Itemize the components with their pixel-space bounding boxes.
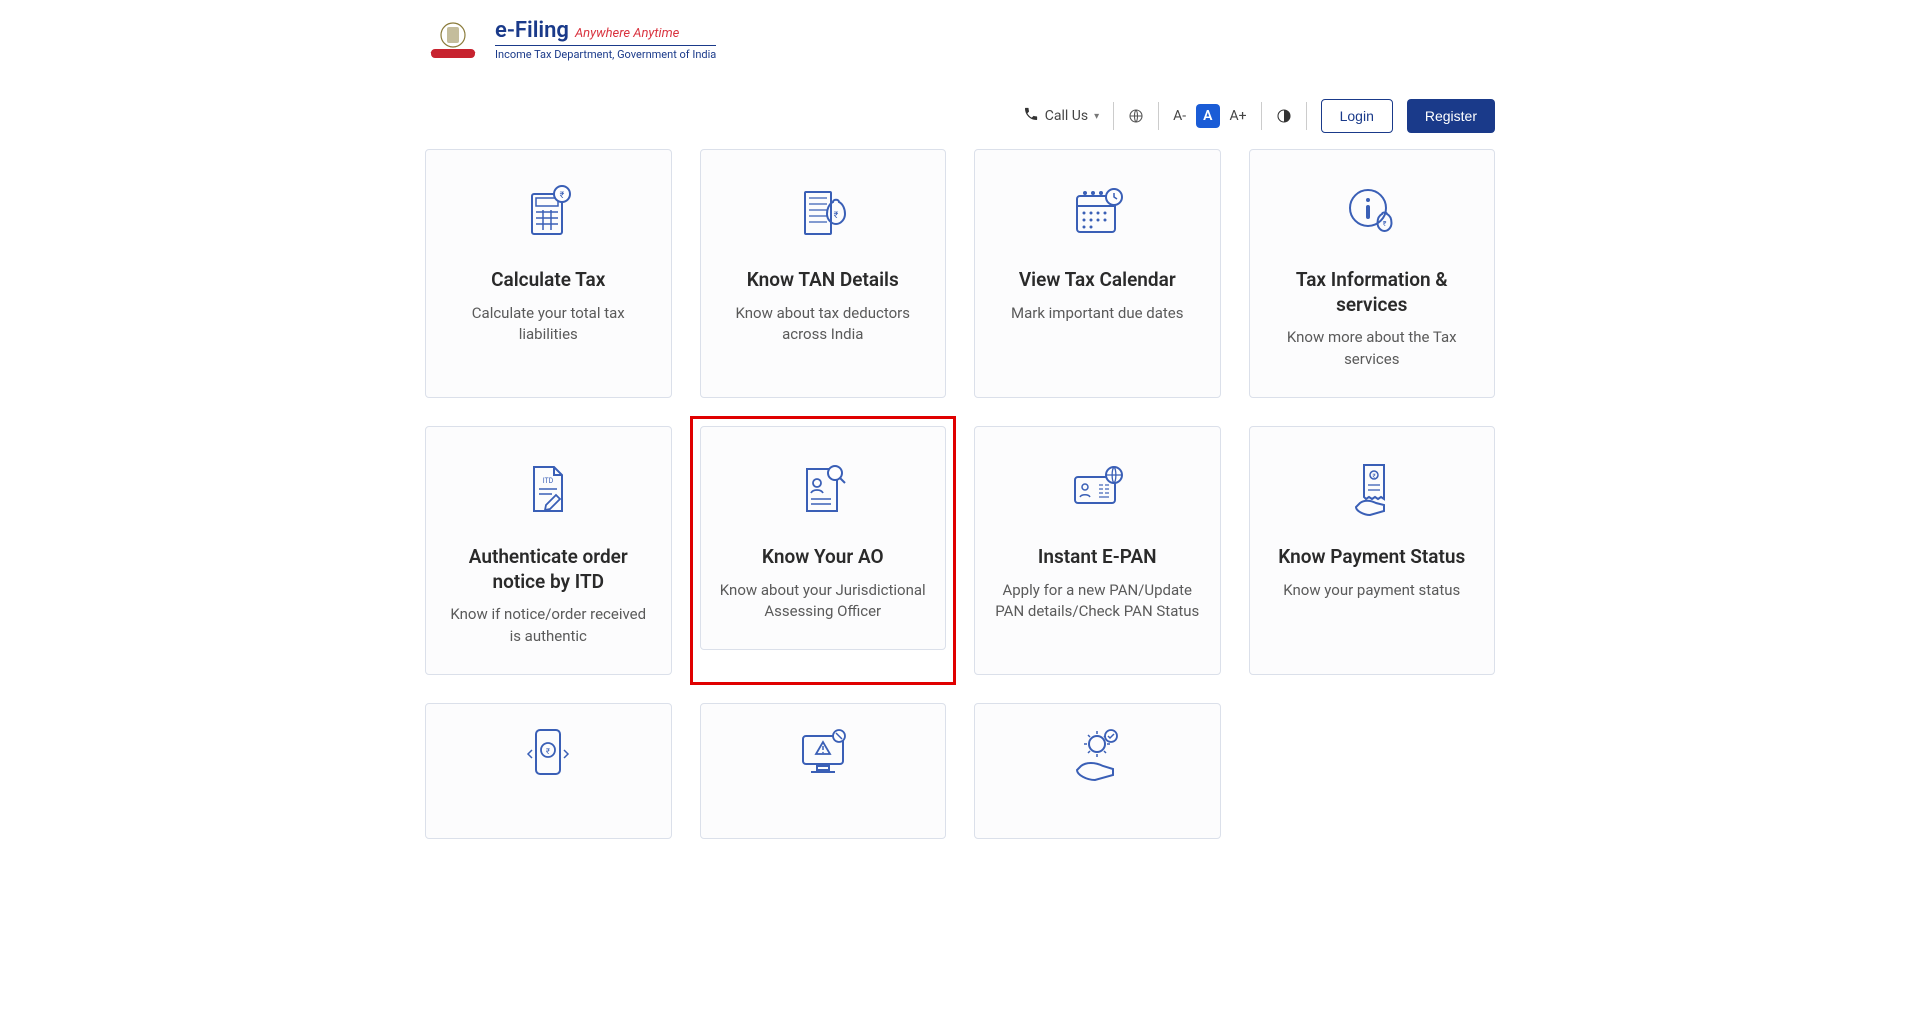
card-desc: Know about your Jurisdictional Assessing… — [719, 580, 928, 624]
card-partial-1[interactable]: ₹ — [425, 703, 672, 839]
divider — [1113, 102, 1114, 130]
card-desc: Know your payment status — [1283, 580, 1460, 602]
svg-text:₹: ₹ — [833, 211, 838, 221]
card-authenticate-order-notice[interactable]: ITD Authenticate order notice by ITD Kno… — [425, 426, 672, 675]
building-moneybag-icon: ₹ — [791, 180, 855, 244]
card-know-your-ao[interactable]: Know Your AO Know about your Jurisdictio… — [700, 426, 947, 650]
hand-gear-check-icon — [1065, 724, 1129, 788]
card-instant-epan[interactable]: Instant E-PAN Apply for a new PAN/Update… — [974, 426, 1221, 675]
font-normal-button[interactable]: A — [1196, 104, 1219, 128]
phone-rupee-icon: ₹ — [516, 724, 580, 788]
svg-text:₹: ₹ — [1382, 220, 1386, 228]
document-pen-icon: ITD — [516, 457, 580, 521]
svg-text:₹: ₹ — [560, 191, 565, 201]
font-size-controls: A- A A+ — [1173, 104, 1246, 128]
divider — [1261, 102, 1262, 130]
card-title: Know TAN Details — [747, 268, 899, 293]
receipt-hand-icon: ₹ — [1340, 457, 1404, 521]
card-calculate-tax[interactable]: ₹ Calculate Tax Calculate your total tax… — [425, 149, 672, 398]
card-title: Know Your AO — [762, 545, 884, 570]
svg-text:₹: ₹ — [1372, 473, 1375, 480]
services-grid: ₹ Calculate Tax Calculate your total tax… — [425, 149, 1495, 879]
monitor-warning-icon — [791, 724, 855, 788]
highlight-frame: Know Your AO Know about your Jurisdictio… — [700, 426, 947, 675]
brand-efiling: e-Filing — [495, 18, 569, 43]
font-decrease-button[interactable]: A- — [1173, 108, 1186, 124]
svg-text:₹: ₹ — [546, 747, 550, 756]
brand-text: e-Filing Anywhere Anytime Income Tax Dep… — [495, 18, 716, 61]
brand-tagline: Anywhere Anytime — [575, 26, 679, 41]
language-globe-button[interactable] — [1128, 108, 1144, 124]
divider — [1158, 102, 1159, 130]
card-desc: Know more about the Tax services — [1268, 327, 1477, 371]
card-desc: Know about tax deductors across India — [719, 303, 928, 347]
calculator-rupee-icon: ₹ — [516, 180, 580, 244]
svg-text:ITD: ITD — [543, 477, 554, 485]
card-title: Calculate Tax — [491, 268, 605, 293]
card-view-tax-calendar[interactable]: View Tax Calendar Mark important due dat… — [974, 149, 1221, 398]
card-tax-information-services[interactable]: ₹ Tax Information & services Know more a… — [1249, 149, 1496, 398]
contrast-toggle-button[interactable] — [1276, 108, 1292, 124]
card-desc: Know if notice/order received is authent… — [444, 604, 653, 648]
call-us-label: Call Us — [1045, 108, 1088, 124]
card-title: Tax Information & services — [1268, 268, 1477, 317]
govt-emblem-icon — [425, 19, 481, 61]
login-button[interactable]: Login — [1321, 99, 1393, 133]
divider — [1306, 102, 1307, 130]
card-title: Know Payment Status — [1278, 545, 1465, 570]
idcard-globe-icon — [1065, 457, 1129, 521]
card-know-tan-details[interactable]: ₹ Know TAN Details Know about tax deduct… — [700, 149, 947, 398]
call-us-dropdown[interactable]: Call Us ▾ — [1023, 106, 1099, 126]
card-title: Instant E-PAN — [1038, 545, 1157, 570]
top-action-bar: Call Us ▾ A- A A+ Login Register — [425, 69, 1495, 149]
card-partial-3[interactable] — [974, 703, 1221, 839]
header-logo-row: e-Filing Anywhere Anytime Income Tax Dep… — [425, 0, 1495, 69]
card-know-payment-status[interactable]: ₹ Know Payment Status Know your payment … — [1249, 426, 1496, 675]
card-title: Authenticate order notice by ITD — [444, 545, 653, 594]
register-button[interactable]: Register — [1407, 99, 1495, 133]
phone-icon — [1023, 106, 1039, 126]
document-person-search-icon — [791, 457, 855, 521]
card-desc: Mark important due dates — [1011, 303, 1184, 325]
card-desc: Calculate your total tax liabilities — [444, 303, 653, 347]
font-increase-button[interactable]: A+ — [1230, 108, 1247, 124]
card-title: View Tax Calendar — [1019, 268, 1176, 293]
card-partial-2[interactable] — [700, 703, 947, 839]
brand-subline: Income Tax Department, Government of Ind… — [495, 45, 716, 61]
info-moneybag-icon: ₹ — [1340, 180, 1404, 244]
calendar-clock-icon — [1065, 180, 1129, 244]
chevron-down-icon: ▾ — [1094, 111, 1099, 122]
card-desc: Apply for a new PAN/Update PAN details/C… — [993, 580, 1202, 624]
